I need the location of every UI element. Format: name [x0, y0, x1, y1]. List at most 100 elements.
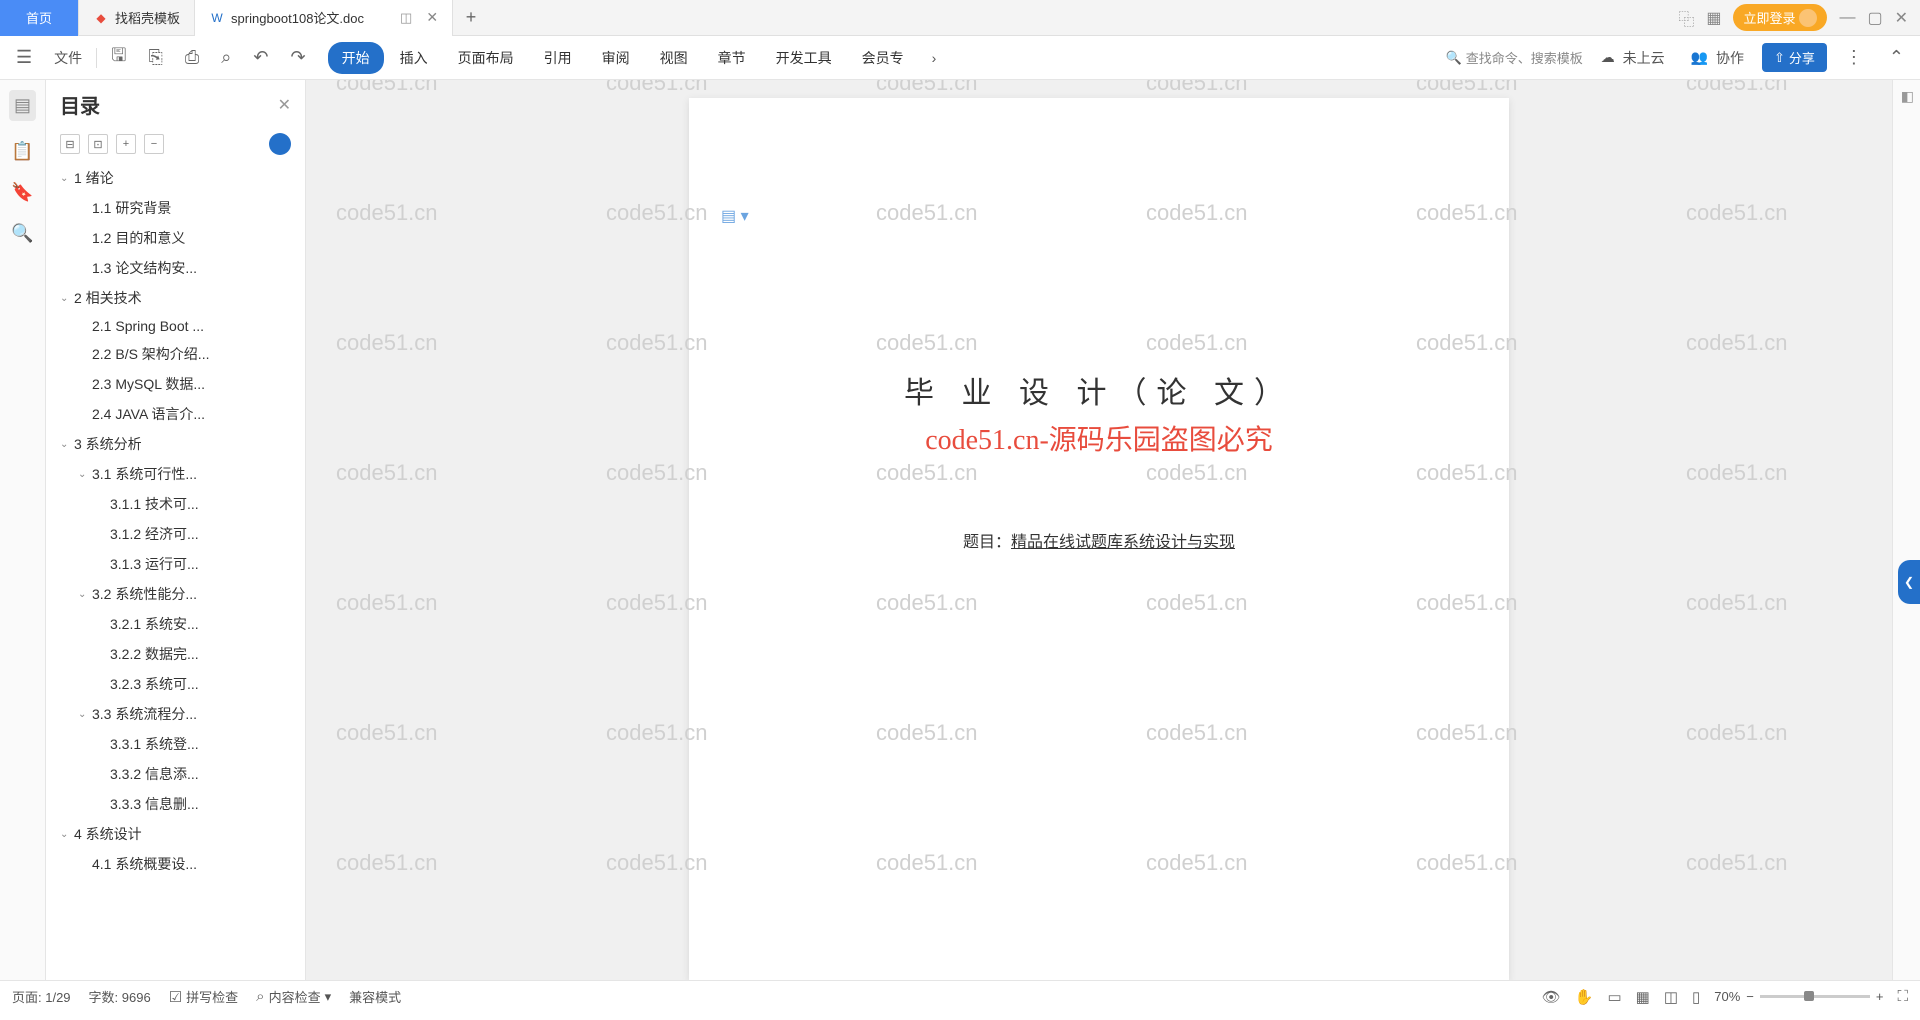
ribbon-tab-4[interactable]: 审阅: [588, 42, 644, 74]
word-count[interactable]: 字数: 9696: [89, 987, 151, 1006]
redo-icon[interactable]: ↷: [282, 41, 313, 74]
tab-split-icon[interactable]: ◫: [400, 10, 412, 26]
ribbon-tab-3[interactable]: 引用: [530, 42, 586, 74]
undo-icon[interactable]: ↶: [245, 41, 276, 74]
print-icon[interactable]: ⎙: [177, 41, 207, 74]
zoom-slider[interactable]: [1760, 995, 1870, 998]
outline-item[interactable]: ⌄3.1 系统可行性...: [52, 459, 299, 489]
outline-item[interactable]: ⌄3.3 系统流程分...: [52, 699, 299, 729]
outline-item[interactable]: 2.4 JAVA 语言介...: [52, 399, 299, 429]
outline-item[interactable]: 1.1 研究背景: [52, 193, 299, 223]
grid-icon[interactable]: ▦: [1706, 8, 1721, 28]
outline-item[interactable]: ⌄2 相关技术: [52, 283, 299, 313]
outline-item[interactable]: 3.3.1 系统登...: [52, 729, 299, 759]
add-node-icon[interactable]: +: [116, 134, 136, 154]
chevron-icon[interactable]: ⌄: [78, 709, 92, 720]
outline-item[interactable]: ⌄3.2 系统性能分...: [52, 579, 299, 609]
layout-icon[interactable]: ⿻: [1678, 6, 1694, 30]
outline-item[interactable]: 3.2.1 系统安...: [52, 609, 299, 639]
outline-item-label: 3.1.1 技术可...: [110, 494, 199, 514]
view-web-icon[interactable]: ▦: [1636, 988, 1650, 1006]
ribbon-tab-7[interactable]: 开发工具: [762, 42, 846, 74]
collab-button[interactable]: 👥 协作: [1683, 42, 1752, 74]
outline-item[interactable]: 4.1 系统概要设...: [52, 849, 299, 879]
zoom-out-icon[interactable]: −: [1746, 989, 1754, 1004]
ribbon-tab-2[interactable]: 页面布局: [444, 42, 528, 74]
expand-all-icon[interactable]: ⊡: [88, 134, 108, 154]
zoom-control[interactable]: 70% − +: [1714, 989, 1883, 1004]
bookmark-icon[interactable]: 🔖: [11, 182, 33, 203]
preview-icon[interactable]: ⌕: [213, 41, 239, 74]
zoom-in-icon[interactable]: +: [1876, 989, 1884, 1004]
ribbon-tab-0[interactable]: 开始: [328, 42, 384, 74]
collapse-icon[interactable]: ⌃: [1881, 41, 1912, 74]
chevron-icon[interactable]: ⌄: [78, 589, 92, 600]
outline-item[interactable]: 2.1 Spring Boot ...: [52, 313, 299, 339]
window-close-icon[interactable]: ✕: [1895, 8, 1908, 28]
more-icon[interactable]: ⋮: [1837, 41, 1871, 74]
remove-node-icon[interactable]: −: [144, 134, 164, 154]
sync-icon[interactable]: [269, 133, 291, 155]
right-sidebar: ◧ ❮: [1892, 80, 1920, 980]
cloud-status[interactable]: ☁ 未上云: [1593, 42, 1673, 74]
chevron-icon[interactable]: ⌄: [78, 469, 92, 480]
maximize-icon[interactable]: ▢: [1867, 8, 1882, 28]
save-icon[interactable]: 🖫: [103, 37, 134, 79]
chevron-icon[interactable]: ⌄: [60, 173, 74, 184]
panel-toggle-icon[interactable]: ◧: [1901, 88, 1914, 105]
content-check[interactable]: ⌕内容检查 ▾: [256, 987, 331, 1006]
tab-home[interactable]: 首页: [0, 0, 79, 36]
side-handle[interactable]: ❮: [1898, 560, 1920, 604]
find-icon[interactable]: 🔍: [11, 223, 33, 244]
chevron-icon[interactable]: ⌄: [60, 829, 74, 840]
outline-item-label: 3.3.2 信息添...: [110, 764, 199, 784]
outline-close-icon[interactable]: ✕: [278, 95, 291, 115]
new-tab-button[interactable]: +: [453, 7, 489, 28]
outline-item[interactable]: 3.1.3 运行可...: [52, 549, 299, 579]
save-as-icon[interactable]: ⎘: [140, 41, 170, 74]
menu-icon[interactable]: ☰: [8, 41, 40, 74]
view-outline-icon[interactable]: ◫: [1664, 988, 1678, 1006]
eye-icon[interactable]: 👁: [1542, 988, 1561, 1006]
ribbon-tab-8[interactable]: 会员专: [848, 42, 918, 74]
outline-item[interactable]: 3.3.3 信息删...: [52, 789, 299, 819]
outline-item[interactable]: 2.2 B/S 架构介绍...: [52, 339, 299, 369]
chevron-icon[interactable]: ⌄: [60, 293, 74, 304]
outline-item[interactable]: 3.1.2 经济可...: [52, 519, 299, 549]
hand-icon[interactable]: ✋: [1575, 988, 1594, 1006]
view-read-icon[interactable]: ▯: [1692, 988, 1700, 1006]
outline-icon[interactable]: ▤: [9, 90, 36, 121]
collapse-all-icon[interactable]: ⊟: [60, 134, 80, 154]
spellcheck-toggle[interactable]: ☑拼写检查: [169, 987, 238, 1006]
chevron-icon[interactable]: ⌄: [60, 439, 74, 450]
page-indicator[interactable]: 页面: 1/29: [12, 987, 71, 1006]
compat-mode[interactable]: 兼容模式: [349, 987, 401, 1006]
outline-item[interactable]: 1.3 论文结构安...: [52, 253, 299, 283]
outline-item[interactable]: 1.2 目的和意义: [52, 223, 299, 253]
ribbon-tab-1[interactable]: 插入: [386, 42, 442, 74]
ribbon-tab-6[interactable]: 章节: [704, 42, 760, 74]
ribbon-more-icon[interactable]: ›: [924, 44, 945, 72]
outline-item[interactable]: 3.1.1 技术可...: [52, 489, 299, 519]
outline-item[interactable]: 2.3 MySQL 数据...: [52, 369, 299, 399]
outline-item[interactable]: ⌄1 绪论: [52, 163, 299, 193]
outline-item[interactable]: 3.3.2 信息添...: [52, 759, 299, 789]
minimize-icon[interactable]: —: [1839, 9, 1855, 27]
tab-document[interactable]: W springboot108论文.doc ◫ ✕: [195, 0, 453, 36]
view-page-icon[interactable]: ▭: [1607, 988, 1621, 1006]
file-menu[interactable]: 文件: [46, 42, 90, 74]
command-search[interactable]: 🔍 查找命令、搜索模板: [1446, 48, 1583, 67]
tab-templates[interactable]: ◆ 找稻壳模板: [79, 0, 195, 36]
outline-tree[interactable]: ⌄1 绪论1.1 研究背景1.2 目的和意义1.3 论文结构安...⌄2 相关技…: [46, 163, 305, 980]
fullscreen-icon[interactable]: ⛶: [1897, 988, 1908, 1005]
outline-item[interactable]: ⌄4 系统设计: [52, 819, 299, 849]
clipboard-icon[interactable]: 📋: [11, 141, 33, 162]
close-icon[interactable]: ✕: [426, 9, 438, 26]
share-button[interactable]: ⇧ 分享: [1762, 43, 1827, 72]
outline-item[interactable]: 3.2.2 数据完...: [52, 639, 299, 669]
ribbon-tab-5[interactable]: 视图: [646, 42, 702, 74]
document-canvas[interactable]: ▤ ▾ 毕 业 设 计（论 文） code51.cn-源码乐园盗图必究 题目：精…: [306, 80, 1892, 980]
login-button[interactable]: 立即登录: [1733, 4, 1827, 31]
outline-item[interactable]: 3.2.3 系统可...: [52, 669, 299, 699]
outline-item[interactable]: ⌄3 系统分析: [52, 429, 299, 459]
